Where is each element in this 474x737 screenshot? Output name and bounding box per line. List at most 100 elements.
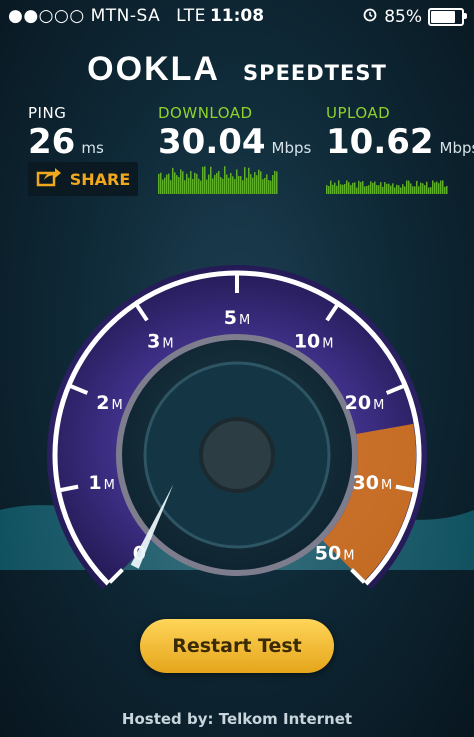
graph-bar xyxy=(176,175,178,194)
gauge-hub-center xyxy=(199,417,275,493)
upload-value-row: 10.62 Mbps xyxy=(326,122,474,162)
graph-bar xyxy=(328,186,330,194)
graph-bar xyxy=(256,175,258,194)
graph-bar xyxy=(258,169,260,194)
graph-bar xyxy=(224,166,226,194)
graph-bar xyxy=(226,174,228,194)
graph-bar xyxy=(202,166,204,194)
graph-bar xyxy=(220,177,222,194)
graph-bar xyxy=(206,179,208,194)
graph-bar xyxy=(198,178,200,194)
graph-bar xyxy=(380,182,382,194)
graph-bar xyxy=(360,182,362,194)
graph-bar xyxy=(446,185,448,194)
graph-bar xyxy=(244,167,246,194)
graph-bar xyxy=(362,181,364,194)
graph-bar xyxy=(382,186,384,194)
graph-bar xyxy=(432,180,434,194)
graph-bar xyxy=(392,183,394,194)
graph-bar xyxy=(348,182,350,194)
share-button[interactable]: SHARE xyxy=(28,162,138,196)
graph-bar xyxy=(188,177,190,194)
graph-bar xyxy=(430,187,432,194)
graph-bar xyxy=(358,180,360,194)
graph-bar xyxy=(412,186,414,194)
graph-bar xyxy=(192,178,194,194)
graph-bar xyxy=(416,180,418,194)
graph-bar xyxy=(384,182,386,194)
graph-bar xyxy=(164,177,166,194)
graph-bar xyxy=(370,181,372,194)
graph-bar xyxy=(264,177,266,194)
graph-bar xyxy=(394,187,396,194)
graph-bar xyxy=(390,185,392,194)
graph-bar xyxy=(230,172,232,194)
graph-bar xyxy=(368,185,370,194)
share-icon xyxy=(36,167,62,191)
app-header: OOKLA SPEEDTEST xyxy=(0,50,474,89)
graph-bar xyxy=(166,174,168,194)
graph-bar xyxy=(366,185,368,194)
graph-bar xyxy=(186,173,188,194)
graph-bar xyxy=(408,180,410,194)
graph-bar xyxy=(274,170,276,194)
graph-bar xyxy=(374,181,376,194)
alarm-icon xyxy=(362,6,378,27)
graph-bar xyxy=(398,185,400,194)
ping-label: PING xyxy=(28,104,67,122)
graph-bar xyxy=(214,174,216,194)
graph-bar xyxy=(386,183,388,194)
graph-bar xyxy=(200,180,202,194)
graph-bar xyxy=(442,180,444,194)
graph-bar xyxy=(260,171,262,194)
graph-bar xyxy=(174,172,176,194)
graph-bar xyxy=(406,180,408,194)
download-value-row: 30.04 Mbps xyxy=(158,122,311,162)
graph-bar xyxy=(232,176,234,194)
ookla-logo: OOKLA xyxy=(87,50,220,88)
graph-bar xyxy=(262,179,264,194)
graph-bar xyxy=(378,185,380,194)
graph-bar xyxy=(396,184,398,194)
download-unit: Mbps xyxy=(271,139,312,157)
upload-unit: Mbps xyxy=(439,139,474,157)
graph-bar xyxy=(234,179,236,194)
graph-bar xyxy=(326,185,328,194)
graph-bar xyxy=(344,183,346,194)
graph-bar xyxy=(438,183,440,194)
restart-test-button[interactable]: Restart Test xyxy=(140,619,334,673)
graph-bar xyxy=(356,187,358,194)
ping-value: 26 xyxy=(28,122,76,162)
graph-bar xyxy=(190,171,192,194)
graph-bar xyxy=(212,178,214,194)
graph-bar xyxy=(424,185,426,194)
graph-bar xyxy=(422,183,424,194)
graph-bar xyxy=(332,184,334,194)
graph-bar xyxy=(372,182,374,194)
graph-bar xyxy=(248,167,250,194)
graph-bar xyxy=(404,186,406,194)
graph-bar xyxy=(342,184,344,194)
speed-gauge: 01M2M3M5M10M20M30M50M xyxy=(0,265,474,590)
graph-bar xyxy=(162,179,164,194)
graph-bar xyxy=(388,183,390,194)
upload-metric: UPLOAD 10.62 Mbps xyxy=(326,104,474,162)
graph-bar xyxy=(208,174,210,194)
graph-bar xyxy=(170,180,172,194)
graph-bar xyxy=(436,181,438,194)
graph-bar xyxy=(210,166,212,194)
graph-bar xyxy=(402,184,404,194)
graph-bar xyxy=(354,182,356,194)
graph-bar xyxy=(182,171,184,194)
graph-bar xyxy=(346,180,348,194)
battery-icon xyxy=(428,7,467,26)
graph-bar xyxy=(426,181,428,194)
graph-bar xyxy=(172,167,174,194)
graph-bar xyxy=(268,180,270,194)
graph-bar xyxy=(236,169,238,194)
download-label: DOWNLOAD xyxy=(158,104,253,122)
graph-bar xyxy=(160,172,162,194)
graph-bar xyxy=(196,173,198,194)
hosted-by-text: Hosted by: Telkom Internet xyxy=(121,710,353,728)
graph-bar xyxy=(216,172,218,194)
